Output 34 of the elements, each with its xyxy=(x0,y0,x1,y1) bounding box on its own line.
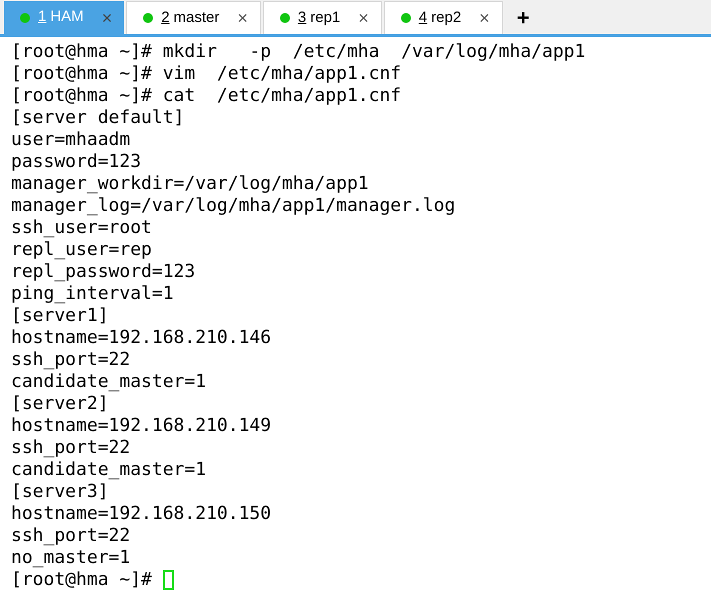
terminal-line: user=mhaadm xyxy=(11,129,130,151)
terminal-line: [root@hma ~]# mkdir -p /etc/mha /var/log/mha/app1 xyxy=(11,41,586,63)
close-icon[interactable]: × xyxy=(461,9,490,27)
terminal-tab[interactable]: 2 master × xyxy=(126,1,261,34)
terminal-line: candidate_master=1 xyxy=(11,459,206,481)
terminal-line: repl_password=123 xyxy=(11,261,196,283)
terminal-line: no_master=1 xyxy=(11,547,130,569)
terminal-line: candidate_master=1 xyxy=(11,371,206,393)
new-tab-button[interactable]: + xyxy=(504,1,542,34)
terminal-tab[interactable]: 1 HAM × xyxy=(4,1,124,34)
terminal-line: ping_interval=1 xyxy=(11,283,174,305)
close-icon[interactable]: × xyxy=(84,8,112,26)
terminal-line: ssh_port=22 xyxy=(11,437,130,459)
terminal-line: ssh_user=root xyxy=(11,217,152,239)
terminal-line: hostname=192.168.210.146 xyxy=(11,327,272,349)
terminal-prompt: [root@hma ~]# xyxy=(11,569,153,591)
terminal-line: [root@hma ~]# cat /etc/mha/app1.cnf xyxy=(11,85,402,107)
terminal-line: [root@hma ~]# vim /etc/mha/app1.cnf xyxy=(11,63,402,85)
close-icon[interactable]: × xyxy=(340,9,369,27)
terminal-line: [server3] xyxy=(11,481,109,503)
terminal-line: manager_workdir=/var/log/mha/app1 xyxy=(11,173,369,195)
terminal-line: [server1] xyxy=(11,305,109,327)
terminal-line: hostname=192.168.210.149 xyxy=(11,415,272,437)
terminal-line: password=123 xyxy=(11,151,142,173)
terminal-tab[interactable]: 3 rep1 × xyxy=(262,1,382,34)
terminal-line: ssh_port=22 xyxy=(11,349,130,371)
terminal-tab[interactable]: 4 rep2 × xyxy=(384,1,503,34)
terminal-line: repl_user=rep xyxy=(11,239,152,261)
terminal-line: manager_log=/var/log/mha/app1/manager.log xyxy=(11,195,456,217)
terminal-line: [server2] xyxy=(11,393,109,415)
terminal-line: [server default] xyxy=(11,107,184,129)
terminal-line: hostname=192.168.210.150 xyxy=(11,503,272,525)
close-icon[interactable]: × xyxy=(219,9,248,27)
terminal-line: ssh_port=22 xyxy=(11,525,130,547)
